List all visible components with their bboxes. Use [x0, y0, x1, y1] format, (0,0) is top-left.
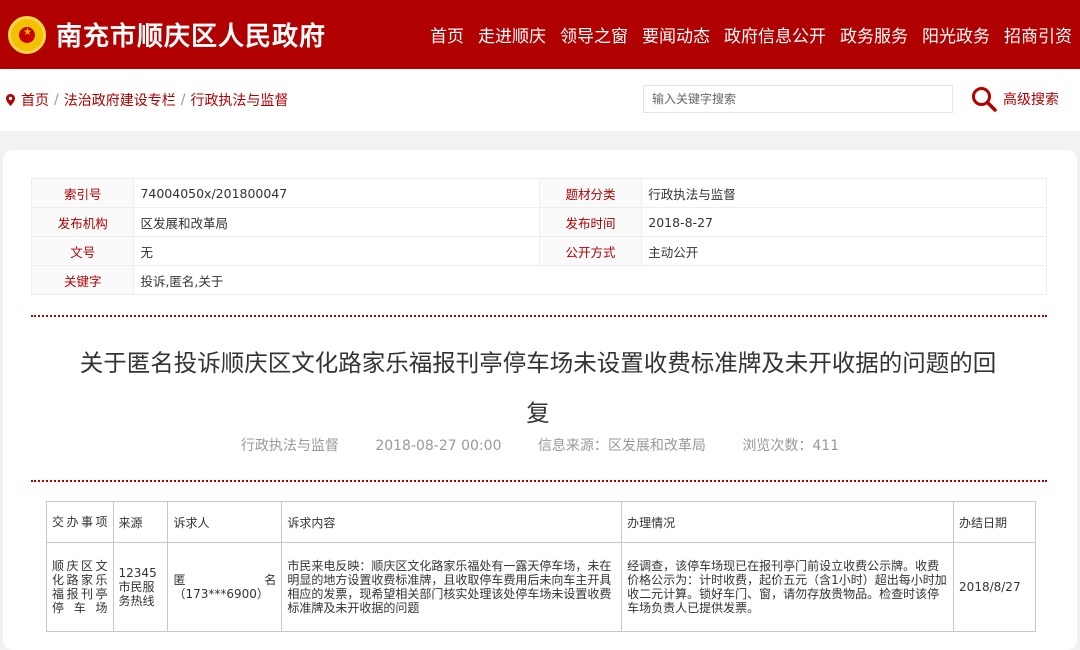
national-emblem-icon: ★ — [8, 15, 46, 54]
nav-item-services[interactable]: 政务服务 — [840, 22, 908, 47]
nav-item-gov-info[interactable]: 政府信息公开 — [724, 22, 826, 47]
keywords-value: 投诉,匿名,关于 — [133, 265, 1047, 295]
metadata-row: 发布机构 区发展和改革局 发布时间 2018-8-27 — [30, 207, 1047, 237]
nav-item-news[interactable]: 要闻动态 — [642, 22, 710, 47]
source-value: 区发展和改革局 — [607, 438, 706, 454]
cell-source: 12345市民服务热线 — [112, 542, 169, 632]
header-handling: 办理情况 — [621, 501, 955, 543]
nav-item-investment[interactable]: 招商引资 — [1004, 22, 1072, 47]
category-label: 题材分类 — [538, 178, 643, 208]
views-label: 浏览次数： — [742, 438, 813, 454]
header-item: 交办事项 — [46, 501, 114, 543]
disclosure-mode-label: 公开方式 — [538, 236, 643, 266]
article-title-line-1: 关于匿名投诉顺庆区文化路家乐福报刊亭停车场未设置收费标准牌及未开收据的问题的回 — [79, 349, 997, 377]
cell-content: 市民来电反映：顺庆区文化路家乐福处有一露天停车场，未在明显的地方设置收费标准牌，… — [281, 542, 623, 632]
main-nav: 首页 走进顺庆 领导之窗 要闻动态 政府信息公开 政务服务 阳光政务 招商引资 — [416, 0, 1072, 69]
metadata-row: 文号 无 公开方式 主动公开 — [30, 236, 1047, 266]
disclosure-mode-value: 主动公开 — [641, 236, 1047, 266]
divider — [31, 480, 1047, 482]
breadcrumb-rule-of-law[interactable]: 法治政府建设专栏 — [64, 90, 176, 110]
site-logo[interactable]: ★ 南充市顺庆区人民政府 — [0, 15, 327, 54]
publisher-value: 区发展和改革局 — [133, 207, 540, 237]
site-header: ★ 南充市顺庆区人民政府 首页 走进顺庆 领导之窗 要闻动态 政府信息公开 政务… — [0, 0, 1080, 69]
header-content: 诉求内容 — [281, 501, 623, 543]
nav-item-leaders[interactable]: 领导之窗 — [560, 22, 628, 47]
table-header-row: 交办事项 来源 诉求人 诉求内容 办理情况 办结日期 — [46, 501, 1036, 543]
index-label: 索引号 — [30, 178, 135, 208]
publisher-label: 发布机构 — [30, 207, 135, 237]
breadcrumb-separator: / — [54, 92, 59, 108]
cell-handling: 经调查，该停车场现已在报刊亭门前设立收费公示牌。收费价格公示为：计时收费，起价五… — [621, 542, 955, 632]
cell-petitioner: 匿名 （173***6900） — [167, 542, 283, 632]
article-card: 索引号 74004050x/201800047 题材分类 行政执法与监督 发布机… — [3, 150, 1077, 650]
publish-date-value: 2018-8-27 — [641, 207, 1047, 237]
case-table: 交办事项 来源 诉求人 诉求内容 办理情况 办结日期 顺庆区文化路家乐福报刊亭停… — [46, 501, 1036, 632]
breadcrumb-bar: 首页 / 法治政府建设专栏 / 行政执法与监督 高级搜索 — [0, 69, 1080, 131]
header-completed-date: 办结日期 — [953, 501, 1036, 543]
doc-number-label: 文号 — [30, 236, 135, 266]
category-value: 行政执法与监督 — [641, 178, 1047, 208]
doc-number-value: 无 — [133, 236, 540, 266]
keywords-label: 关键字 — [30, 265, 135, 295]
search-box: 高级搜索 — [643, 85, 1059, 113]
cell-completed-date: 2018/8/27 — [953, 542, 1036, 632]
nav-item-home[interactable]: 首页 — [430, 22, 464, 47]
source-label: 信息来源： — [537, 438, 608, 454]
metadata-row: 关键字 投诉,匿名,关于 — [30, 265, 1047, 295]
views-value: 411 — [812, 438, 840, 454]
article-title: 关于匿名投诉顺庆区文化路家乐福报刊亭停车场未设置收费标准牌及未开收据的问题的回复 — [33, 338, 1043, 438]
metadata-row: 索引号 74004050x/201800047 题材分类 行政执法与监督 — [30, 178, 1047, 208]
breadcrumb-home[interactable]: 首页 — [21, 90, 49, 110]
nav-item-sunshine[interactable]: 阳光政务 — [922, 22, 990, 47]
breadcrumb-separator: / — [180, 92, 186, 108]
advanced-search-link[interactable]: 高级搜索 — [1003, 89, 1059, 109]
petitioner-phone: （173***6900） — [173, 587, 269, 601]
article-views: 浏览次数：411 — [742, 438, 839, 454]
article-info: 行政执法与监督 2018-08-27 00:00 信息来源：区发展和改革局 浏览… — [3, 435, 1077, 455]
breadcrumb-enforcement[interactable]: 行政执法与监督 — [190, 90, 288, 110]
table-row: 顺庆区文化路家乐福报刊亭停车场 12345市民服务热线 匿名 （173***69… — [46, 542, 1036, 632]
divider — [31, 315, 1047, 317]
header-source: 来源 — [112, 501, 169, 543]
nav-item-about[interactable]: 走进顺庆 — [478, 22, 546, 47]
metadata-table: 索引号 74004050x/201800047 题材分类 行政执法与监督 发布机… — [30, 178, 1047, 295]
publish-date-label: 发布时间 — [538, 207, 643, 237]
article-column: 行政执法与监督 — [240, 438, 339, 454]
search-input[interactable] — [643, 85, 953, 113]
location-pin-icon — [6, 94, 15, 106]
article-source: 信息来源：区发展和改革局 — [538, 438, 706, 454]
cell-item: 顺庆区文化路家乐福报刊亭停车场 — [46, 542, 114, 632]
index-value: 74004050x/201800047 — [133, 178, 540, 208]
site-name: 南充市顺庆区人民政府 — [56, 22, 327, 52]
article-datetime: 2018-08-27 00:00 — [375, 438, 502, 454]
header-petitioner: 诉求人 — [167, 501, 283, 543]
article-title-line-2: 复 — [526, 399, 550, 427]
petitioner-name: 匿名 — [173, 573, 277, 587]
search-icon[interactable] — [971, 86, 997, 112]
breadcrumb: 首页 / 法治政府建设专栏 / 行政执法与监督 — [0, 90, 288, 110]
